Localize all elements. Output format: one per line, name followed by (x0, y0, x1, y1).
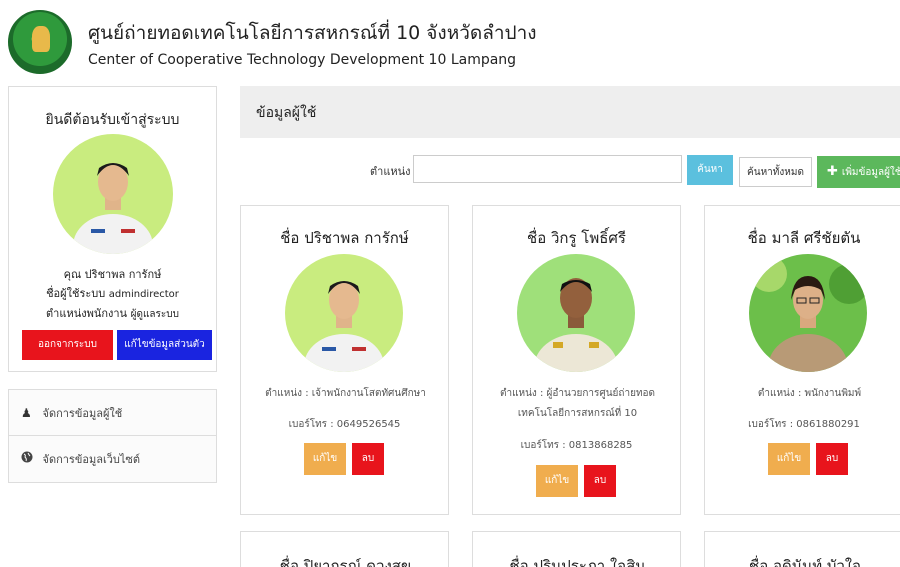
sidebar-item-label: จัดการข้อมูลผู้ใช้ (42, 407, 123, 420)
user-name: ชื่อ ปริชาพล การักษ์ (280, 229, 409, 247)
position-label: ตำแหน่งพนักงาน (46, 307, 128, 320)
search-input[interactable] (413, 155, 682, 183)
username-label: ชื่อผู้ใช้ระบบ (46, 287, 106, 300)
user-avatar (285, 254, 403, 372)
user-card: ชื่อ ปริชาพล การักษ์ ตำแหน่ง : เจ้าพนักง… (240, 205, 449, 515)
edit-user-button[interactable]: แก้ไข (768, 443, 810, 475)
profile-avatar (53, 134, 173, 254)
position-value: ผู้ดูแลระบบ (130, 309, 179, 320)
profile-card: ยินดีต้อนรับเข้าสู่ระบบ คุณ ปริชาพล การั… (8, 86, 217, 372)
delete-user-button[interactable]: ลบ (816, 443, 848, 475)
add-user-button[interactable]: ✚ เพิ่มข้อมูลผู้ใช้ (817, 156, 900, 188)
globe-icon (21, 436, 35, 482)
welcome-text: ยินดีต้อนรับเข้าสู่ระบบ (45, 112, 180, 128)
user-name: ชื่อ ปิยากรณ์ ดวงสุข (279, 557, 412, 567)
user-position-line: เทคโนโลยีการสหกรณ์ที่ 10 (517, 408, 638, 419)
profile-username-row: ชื่อผู้ใช้ระบบ admindirector (9, 284, 216, 304)
user-card: ชื่อ ปรินประภา ใจสิน (472, 531, 681, 567)
sidebar-item-label: จัดการข้อมูลเว็บไซต์ (42, 453, 141, 466)
site-title-th: ศูนย์ถ่ายทอดเทคโนโลยีการสหกรณ์ที่ 10 จัง… (88, 22, 537, 44)
user-position: ตำแหน่ง : พนักงานพิมพ์ (713, 384, 900, 404)
delete-user-button[interactable]: ลบ (584, 465, 616, 497)
page-title: ข้อมูลผู้ใช้ (256, 105, 317, 121)
edit-profile-button[interactable]: แก้ไขข้อมูลส่วนตัว (117, 330, 212, 360)
user-avatar (749, 254, 867, 372)
user-position-line: ตำแหน่ง : เจ้าพนักงานโสตทัศนศึกษา (265, 388, 426, 399)
user-icon: ♟ (21, 406, 32, 420)
profile-info: คุณ ปริชาพล การักษ์ ชื่อผู้ใช้ระบบ admin… (9, 265, 216, 324)
edit-user-button[interactable]: แก้ไข (304, 443, 346, 475)
user-card: ชื่อ ปิยากรณ์ ดวงสุข (240, 531, 449, 567)
user-position: ตำแหน่ง : ผู้อำนวยการศูนย์ถ่ายทอด เทคโนโ… (481, 384, 674, 424)
user-phone: เบอร์โทร : 0649526545 (288, 419, 401, 430)
profile-name: คุณ ปริชาพล การักษ์ (63, 268, 162, 281)
plus-icon: ✚ (827, 164, 838, 179)
delete-user-button[interactable]: ลบ (352, 443, 384, 475)
user-card: ชื่อ อดินันท์ บัวใจ (704, 531, 900, 567)
sidebar-menu: ♟ จัดการข้อมูลผู้ใช้ จัดการข้อมูลเว็บไซต… (8, 389, 217, 483)
panel-header: ข้อมูลผู้ใช้ (240, 86, 900, 138)
edit-user-button[interactable]: แก้ไข (536, 465, 578, 497)
sidebar-item-manage-website[interactable]: จัดการข้อมูลเว็บไซต์ (9, 436, 216, 482)
user-position-line: ตำแหน่ง : พนักงานพิมพ์ (757, 388, 862, 399)
user-avatar (517, 254, 635, 372)
user-phone: เบอร์โทร : 0861880291 (748, 419, 860, 430)
search-all-button[interactable]: ค้นหาทั้งหมด (739, 157, 812, 187)
profile-position-row: ตำแหน่งพนักงาน ผู้ดูแลระบบ (9, 304, 216, 324)
site-header: ศูนย์ถ่ายทอดเทคโนโลยีการสหกรณ์ที่ 10 จัง… (0, 0, 900, 80)
add-user-label: เพิ่มข้อมูลผู้ใช้ (841, 167, 900, 178)
search-button[interactable]: ค้นหา (687, 155, 733, 185)
user-name: ชื่อ อดินันท์ บัวใจ (749, 557, 861, 567)
logo-icon (8, 10, 72, 74)
user-name: ชื่อ มาลี ศรีชัยตัน (747, 229, 861, 247)
sidebar-item-manage-users[interactable]: ♟ จัดการข้อมูลผู้ใช้ (9, 390, 216, 436)
user-name: ชื่อ วิกรู โพธิ์ศรี (527, 229, 626, 247)
search-label: ตำแหน่ง (370, 165, 411, 178)
user-card: ชื่อ มาลี ศรีชัยตัน ตำแหน่ง : พนักงานพิม… (704, 205, 900, 515)
site-title-en: Center of Cooperative Technology Develop… (88, 52, 517, 68)
user-card: ชื่อ วิกรู โพธิ์ศรี ตำแหน่ง : ผู้อำนวยกา… (472, 205, 681, 515)
user-name: ชื่อ ปรินประภา ใจสิน (509, 557, 646, 567)
user-position-line: ตำแหน่ง : ผู้อำนวยการศูนย์ถ่ายทอด (499, 388, 656, 399)
logout-button[interactable]: ออกจากระบบ (22, 330, 113, 360)
user-phone: เบอร์โทร : 0813868285 (520, 440, 633, 451)
username-value: admindirector (108, 289, 179, 300)
user-position: ตำแหน่ง : เจ้าพนักงานโสตทัศนศึกษา (249, 384, 442, 404)
